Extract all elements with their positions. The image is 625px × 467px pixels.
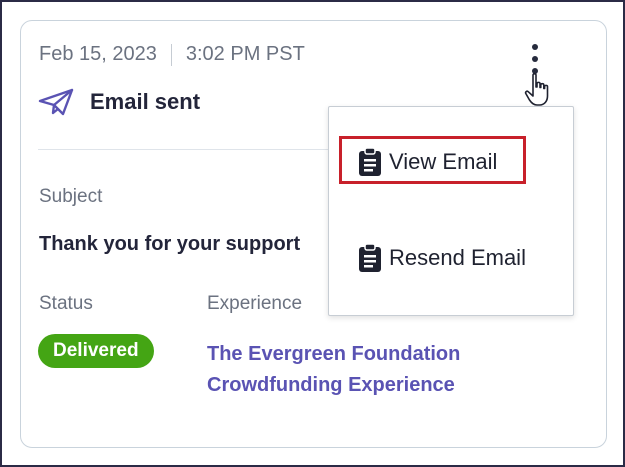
kebab-dot xyxy=(532,44,538,50)
paper-plane-icon xyxy=(38,88,74,116)
experience-link[interactable]: The Evergreen Foundation Crowdfunding Ex… xyxy=(207,339,460,401)
event-header: Email sent xyxy=(38,88,200,116)
section-divider xyxy=(38,149,328,150)
experience-label: Experience xyxy=(207,293,303,314)
status-badge: Delivered xyxy=(38,334,154,368)
experience-link-line1: The Evergreen Foundation xyxy=(207,343,461,365)
event-label: Email sent xyxy=(90,89,201,114)
timestamp: Feb 15, 2023 3:02 PM PST xyxy=(39,43,305,66)
event-time: 3:02 PM PST xyxy=(185,43,305,65)
subject-value: Thank you for your support xyxy=(39,233,301,255)
status-label: Status xyxy=(39,293,93,314)
screenshot-frame: Feb 15, 2023 3:02 PM PST Email sent Subj… xyxy=(0,0,625,467)
subject-label: Subject xyxy=(39,186,103,207)
event-date: Feb 15, 2023 xyxy=(39,43,157,65)
hand-pointer-icon xyxy=(524,73,549,106)
more-options-button[interactable] xyxy=(528,44,542,74)
menu-item-resend-email[interactable]: Resend Email xyxy=(355,243,526,273)
highlight-box xyxy=(339,136,526,184)
menu-item-label: Resend Email xyxy=(389,245,526,270)
timestamp-divider xyxy=(170,43,172,66)
kebab-dot xyxy=(532,56,538,62)
clipboard-icon xyxy=(359,243,381,272)
experience-link-line2: Crowdfunding Experience xyxy=(207,374,455,396)
